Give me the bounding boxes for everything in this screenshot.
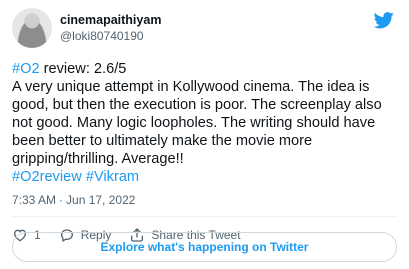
- rating-line: #O2 review: 2.6/5: [12, 60, 397, 78]
- explore-label: Explore what's happening on Twitter: [100, 240, 309, 254]
- hashtag-line: #O2review #Vikram: [12, 168, 397, 186]
- tweet-header: cinemapaithiyam @loki80740190: [12, 8, 397, 48]
- hashtag-o2[interactable]: #O2: [12, 61, 40, 77]
- explore-twitter-button[interactable]: Explore what's happening on Twitter: [12, 232, 397, 262]
- tweet-time[interactable]: 7:33 AM: [12, 193, 56, 207]
- tweet-date[interactable]: Jun 17, 2022: [66, 193, 135, 207]
- tweet-card: cinemapaithiyam @loki80740190 #O2 review…: [0, 0, 409, 269]
- tweet-text: #O2 review: 2.6/5 A very unique attempt …: [12, 60, 397, 186]
- hashtag-o2review[interactable]: #O2review: [12, 169, 82, 185]
- author-info[interactable]: cinemapaithiyam @loki80740190: [60, 12, 161, 44]
- review-body: A very unique attempt in Kollywood cinem…: [12, 79, 382, 167]
- rating-text: review: 2.6/5: [39, 61, 127, 77]
- tweet-timestamp[interactable]: 7:33 AM · Jun 17, 2022: [12, 192, 397, 208]
- author-display-name[interactable]: cinemapaithiyam: [60, 12, 161, 28]
- twitter-bird-icon[interactable]: [373, 10, 395, 30]
- timestamp-separator: ·: [59, 193, 64, 207]
- author-handle[interactable]: @loki80740190: [60, 28, 161, 44]
- avatar[interactable]: [12, 8, 52, 48]
- hashtag-vikram[interactable]: #Vikram: [86, 169, 139, 185]
